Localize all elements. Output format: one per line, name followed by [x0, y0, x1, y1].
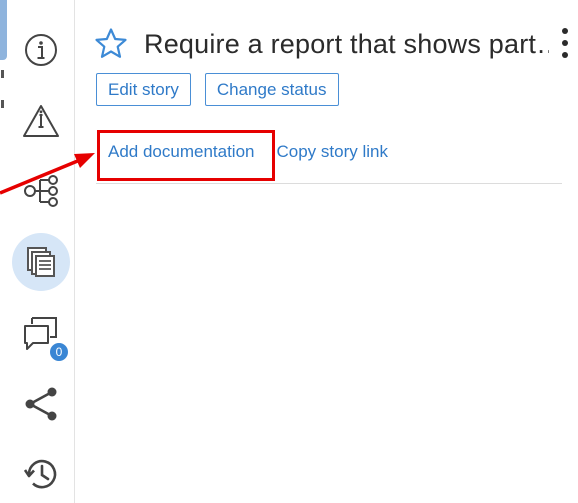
left-edge-bar — [0, 0, 7, 60]
sidebar-item-documents[interactable] — [8, 233, 74, 291]
sidebar-item-warnings[interactable] — [8, 93, 74, 149]
story-panel: Require a report that shows part… Edit s… — [76, 0, 578, 503]
star-icon[interactable] — [94, 27, 128, 61]
more-options-icon[interactable] — [560, 28, 570, 58]
left-edge-mark — [1, 70, 4, 78]
change-status-button[interactable]: Change status — [204, 73, 339, 106]
icon-sidebar: 0 — [8, 0, 75, 503]
share-icon — [25, 387, 57, 421]
story-header: Require a report that shows part… — [94, 22, 568, 66]
annotation-highlight-box — [97, 130, 275, 181]
sidebar-item-info[interactable] — [8, 22, 74, 78]
comments-count-badge: 0 — [48, 341, 70, 363]
warning-icon — [23, 105, 59, 137]
sidebar-item-comments[interactable]: 0 — [8, 305, 74, 363]
edit-story-button[interactable]: Edit story — [96, 73, 191, 106]
copy-story-link[interactable]: Copy story link — [277, 142, 388, 162]
history-icon — [23, 459, 57, 489]
active-indicator — [12, 233, 70, 291]
story-title: Require a report that shows part… — [144, 28, 549, 59]
left-edge-mark — [1, 100, 4, 108]
info-icon — [25, 34, 57, 66]
hierarchy-icon — [24, 175, 58, 207]
story-action-buttons: Edit story Change status — [96, 73, 339, 106]
documents-icon — [27, 247, 55, 277]
sidebar-item-share[interactable] — [8, 376, 74, 432]
sidebar-item-history[interactable] — [8, 446, 74, 502]
sidebar-item-hierarchy[interactable] — [8, 163, 74, 219]
divider — [96, 183, 562, 184]
